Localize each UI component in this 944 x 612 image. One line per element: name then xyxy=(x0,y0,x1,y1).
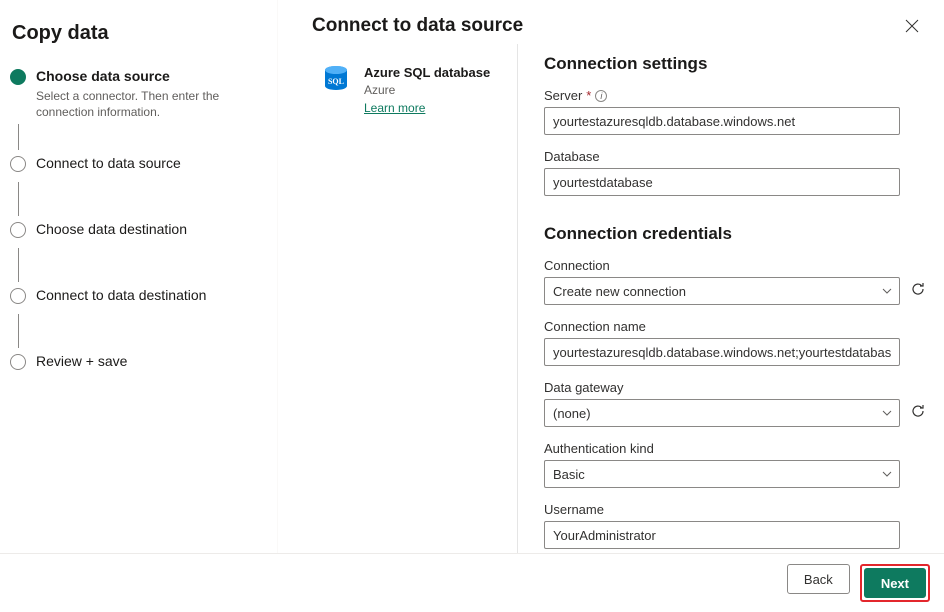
auth-kind-select[interactable] xyxy=(544,460,900,488)
required-indicator: * xyxy=(586,88,591,103)
step-connect-data-destination[interactable]: Connect to data destination xyxy=(10,286,259,310)
step-label: Connect to data source xyxy=(36,154,181,171)
step-label: Review + save xyxy=(36,352,127,369)
step-label: Choose data destination xyxy=(36,220,187,237)
main-panel: Connect to data source SQL xyxy=(278,0,944,553)
database-label: Database xyxy=(544,149,936,164)
connection-credentials-heading: Connection credentials xyxy=(544,224,936,244)
step-marker-icon xyxy=(10,354,26,370)
step-connector xyxy=(18,124,19,150)
step-review-save[interactable]: Review + save xyxy=(10,352,259,376)
wizard-title: Copy data xyxy=(12,22,259,45)
step-label: Connect to data destination xyxy=(36,286,206,303)
server-input[interactable] xyxy=(544,107,900,135)
database-input[interactable] xyxy=(544,168,900,196)
connector-learn-more-link[interactable]: Learn more xyxy=(364,100,490,116)
wizard-sidebar: Copy data Choose data source Select a co… xyxy=(0,0,278,553)
gateway-label: Data gateway xyxy=(544,380,936,395)
close-button[interactable] xyxy=(900,14,924,38)
azure-sql-icon: SQL xyxy=(320,64,352,96)
wizard-footer: Back Next xyxy=(0,553,944,612)
step-marker-icon xyxy=(10,156,26,172)
step-choose-data-source[interactable]: Choose data source Select a connector. T… xyxy=(10,67,259,120)
connection-name-input[interactable] xyxy=(544,338,900,366)
step-marker-active-icon xyxy=(10,69,26,85)
step-connector xyxy=(18,248,19,282)
username-label: Username xyxy=(544,502,936,517)
step-marker-icon xyxy=(10,222,26,238)
refresh-icon xyxy=(910,281,926,297)
step-marker-icon xyxy=(10,288,26,304)
connection-form: Connection settings Server * i Database xyxy=(518,44,944,553)
back-button[interactable]: Back xyxy=(787,564,850,594)
connector-name: Azure SQL database xyxy=(364,64,490,82)
username-input[interactable] xyxy=(544,521,900,549)
connection-label: Connection xyxy=(544,258,936,273)
info-icon[interactable]: i xyxy=(595,90,607,102)
page-title: Connect to data source xyxy=(312,15,900,37)
next-button[interactable]: Next xyxy=(864,568,926,598)
refresh-icon xyxy=(910,403,926,419)
step-label: Choose data source xyxy=(36,67,259,84)
connection-name-label: Connection name xyxy=(544,319,936,334)
gateway-select[interactable] xyxy=(544,399,900,427)
connection-settings-heading: Connection settings xyxy=(544,54,936,74)
auth-kind-label: Authentication kind xyxy=(544,441,936,456)
step-connector xyxy=(18,182,19,216)
server-label: Server * i xyxy=(544,88,936,103)
svg-text:SQL: SQL xyxy=(328,77,344,86)
refresh-gateway-button[interactable] xyxy=(910,403,930,423)
close-icon xyxy=(905,19,919,33)
connector-azure-sql[interactable]: SQL Azure SQL database Azure Learn more xyxy=(312,58,505,122)
step-connect-data-source[interactable]: Connect to data source xyxy=(10,154,259,178)
step-subtext: Select a connector. Then enter the conne… xyxy=(36,88,259,120)
next-button-highlight: Next xyxy=(860,564,930,602)
connection-select[interactable] xyxy=(544,277,900,305)
step-connector xyxy=(18,314,19,348)
wizard-steps: Choose data source Select a connector. T… xyxy=(10,67,259,376)
refresh-connection-button[interactable] xyxy=(910,281,930,301)
connector-list: SQL Azure SQL database Azure Learn more xyxy=(312,44,518,553)
connector-vendor: Azure xyxy=(364,82,490,98)
step-choose-data-destination[interactable]: Choose data destination xyxy=(10,220,259,244)
